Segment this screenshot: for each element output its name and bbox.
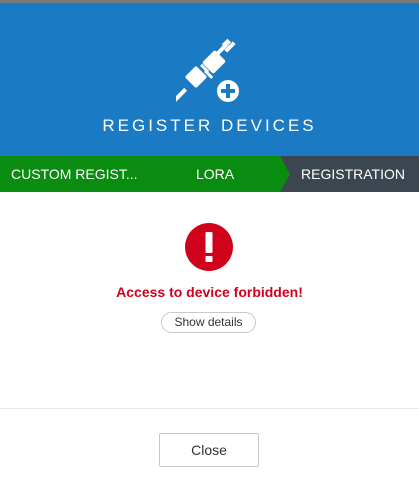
dialog-content: Access to device forbidden! Show details xyxy=(0,192,419,408)
step-lora: LORA xyxy=(150,156,280,192)
step-arrow xyxy=(280,156,290,192)
error-message: Access to device forbidden! xyxy=(116,284,303,300)
footer-divider xyxy=(0,408,419,409)
dialog-title: REGISTER DEVICES xyxy=(102,116,317,135)
show-details-button[interactable]: Show details xyxy=(161,312,256,333)
step-label: CUSTOM REGIST... xyxy=(11,166,138,182)
step-custom-registration: CUSTOM REGIST... xyxy=(0,156,150,192)
step-registration: REGISTRATION xyxy=(280,156,419,192)
plug-add-icon xyxy=(176,38,239,103)
exclamation-circle-icon xyxy=(185,223,233,271)
dialog-header: REGISTER DEVICES xyxy=(0,3,419,156)
step-label: LORA xyxy=(195,166,235,182)
close-button[interactable]: Close xyxy=(159,433,259,467)
step-label: REGISTRATION xyxy=(301,166,405,182)
wizard-steps: CUSTOM REGIST... LORA REGISTRATION xyxy=(0,156,419,192)
